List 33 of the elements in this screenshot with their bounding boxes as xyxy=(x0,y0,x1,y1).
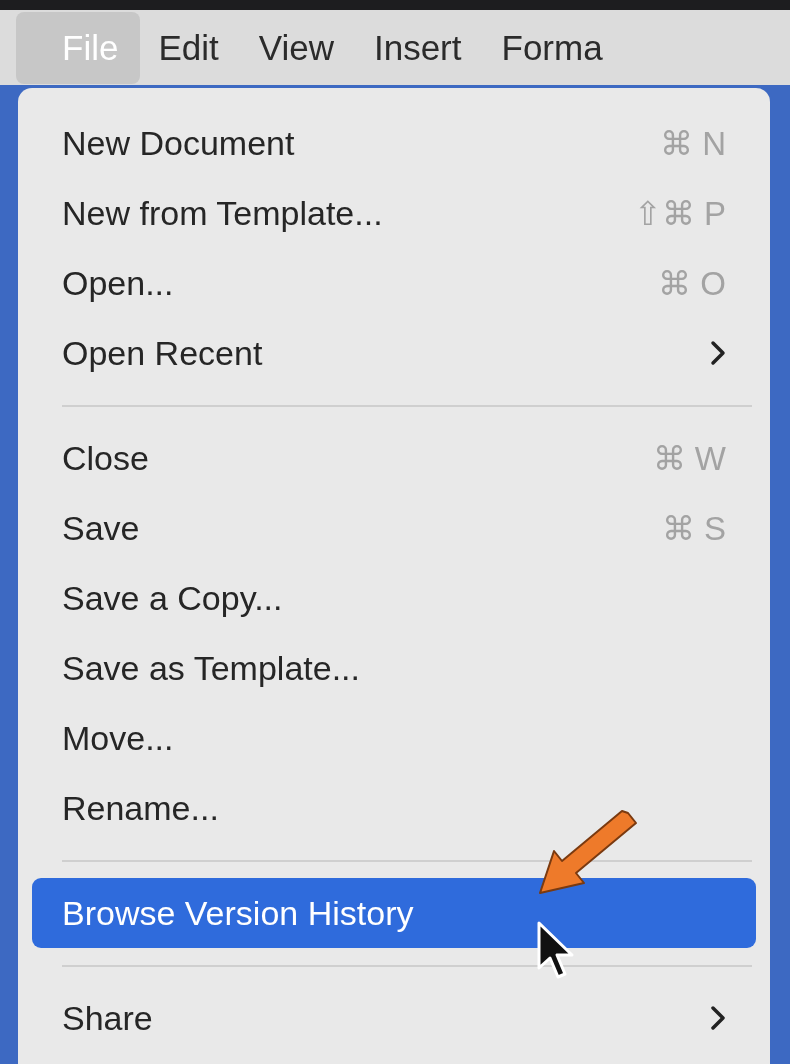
menu-bar-item[interactable]: View xyxy=(240,11,356,84)
menu-item-label: Save xyxy=(62,508,140,548)
menu-item[interactable]: Open... ⌘ O xyxy=(32,248,756,318)
menu-item-label: Close xyxy=(62,438,149,478)
menu-item[interactable]: Close ⌘ W xyxy=(32,423,756,493)
menu-item[interactable]: Open Recent xyxy=(32,318,756,388)
menu-item-label: Save a Copy... xyxy=(62,578,283,618)
menu-item[interactable]: New from Template... ⇧⌘ P xyxy=(32,178,756,248)
menu-item[interactable]: Move... xyxy=(32,703,756,773)
menu-bar-item[interactable]: Insert xyxy=(355,11,484,84)
shortcut-label: ⌘ O xyxy=(658,263,726,303)
menu-item-label: Rename... xyxy=(62,788,219,828)
menu-item[interactable]: Save ⌘ S xyxy=(32,493,756,563)
menu-item-label: Share xyxy=(62,998,153,1038)
shortcut-label: ⇧⌘ P xyxy=(633,193,726,233)
menu-item-label: Open Recent xyxy=(62,333,263,373)
menu-item[interactable]: New Document ⌘ N xyxy=(32,108,756,178)
menu-item[interactable]: Save a Copy... xyxy=(32,563,756,633)
menu-bar-item[interactable]: Edit xyxy=(140,11,241,84)
menu-item-label: New Document xyxy=(62,123,295,163)
shortcut-label: ⌘ N xyxy=(660,123,726,163)
menu-item[interactable]: Share xyxy=(32,983,756,1053)
shortcut-label: ⌘ W xyxy=(652,438,726,478)
menu-item[interactable]: Save as Template... xyxy=(32,633,756,703)
shortcut-label: ⌘ S xyxy=(661,508,726,548)
menu-bar-item[interactable]: Forma xyxy=(483,11,625,84)
menu-item[interactable]: Rename... xyxy=(32,773,756,843)
menu-item-label: Open... xyxy=(62,263,174,303)
menu-item[interactable]: Browse Version History xyxy=(32,878,756,948)
menu-item-label: Save as Template... xyxy=(62,648,360,688)
menu-item-label: Move... xyxy=(62,718,174,758)
menu-item-label: Browse Version History xyxy=(62,893,414,933)
menu-item-label: New from Template... xyxy=(62,193,383,233)
